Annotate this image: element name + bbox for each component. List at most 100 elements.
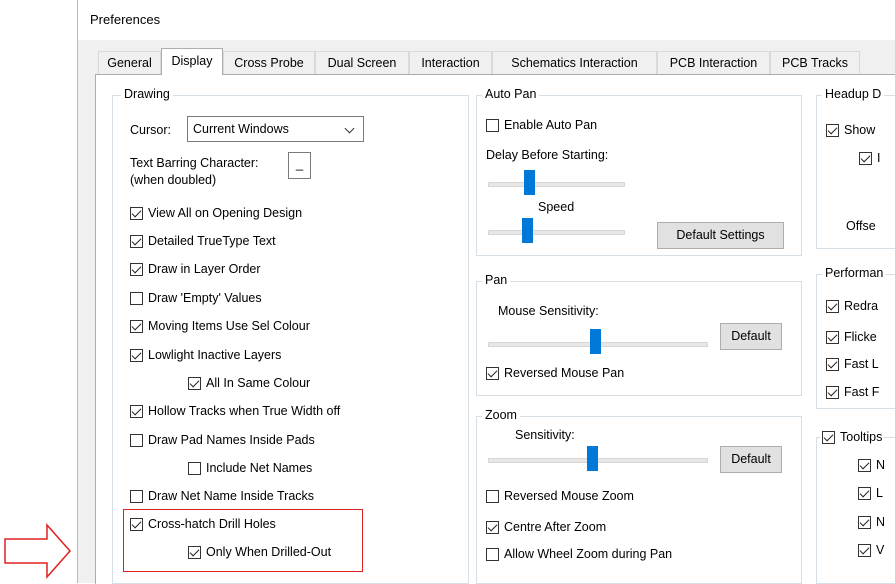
checkbox-box[interactable] — [130, 489, 143, 503]
checkbox-box[interactable] — [188, 461, 201, 475]
checkbox-box[interactable] — [826, 357, 839, 371]
delay-slider-thumb[interactable] — [524, 170, 535, 195]
speed-slider-track — [488, 230, 625, 235]
tooltip-checkbox-2[interactable]: L — [858, 486, 883, 500]
checkbox-box[interactable] — [826, 330, 839, 344]
hollow-tracks-checkbox[interactable]: Hollow Tracks when True Width off — [130, 404, 340, 418]
reversed-pan-checkbox[interactable]: Reversed Mouse Pan — [486, 366, 624, 380]
checkbox-box[interactable] — [130, 291, 143, 305]
checkbox-label: Tooltips — [840, 430, 883, 444]
checkbox-box[interactable] — [130, 517, 143, 531]
tab-pcb-tracks[interactable]: PCB Tracks — [770, 51, 860, 74]
headup-show-checkbox[interactable]: Show — [826, 123, 875, 137]
net-names-checkbox[interactable]: Include Net Names — [188, 461, 312, 475]
speed-slider-thumb[interactable] — [522, 218, 533, 243]
checkbox-label: Include Net Names — [206, 461, 313, 475]
checkbox-box[interactable] — [130, 404, 143, 418]
barring-char-input[interactable]: _ — [288, 152, 311, 179]
tooltip-checkbox-3[interactable]: N — [858, 515, 885, 529]
crosshatch-checkbox[interactable]: Cross-hatch Drill Holes — [130, 517, 276, 531]
checkbox-box[interactable] — [486, 366, 499, 380]
checkbox-box[interactable] — [130, 319, 143, 333]
checkbox-box[interactable] — [858, 458, 871, 472]
zoom-default-button[interactable]: Default — [720, 446, 782, 473]
delay-label: Delay Before Starting: — [486, 148, 609, 162]
checkbox-box[interactable] — [486, 520, 499, 534]
centre-after-zoom-checkbox[interactable]: Centre After Zoom — [486, 520, 606, 534]
checkbox-label: Moving Items Use Sel Colour — [148, 319, 310, 333]
checkbox-label: View All on Opening Design — [148, 206, 303, 220]
checkbox-box[interactable] — [130, 206, 143, 220]
net-tracks-checkbox[interactable]: Draw Net Name Inside Tracks — [130, 489, 314, 503]
cursor-select-value: Current Windows — [193, 122, 289, 136]
drawing-title: Drawing — [121, 87, 173, 101]
checkbox-box[interactable] — [486, 547, 499, 561]
checkbox-box[interactable] — [130, 234, 143, 248]
checkbox-label: Allow Wheel Zoom during Pan — [504, 547, 673, 561]
view-all-checkbox[interactable]: View All on Opening Design — [130, 206, 302, 220]
layer-order-checkbox[interactable]: Draw in Layer Order — [130, 262, 261, 276]
sel-colour-checkbox[interactable]: Moving Items Use Sel Colour — [130, 319, 310, 333]
speed-label: Speed — [538, 200, 575, 214]
checkbox-box[interactable] — [822, 430, 835, 444]
checkbox-label: All In Same Colour — [206, 376, 311, 390]
truetype-checkbox[interactable]: Detailed TrueType Text — [130, 234, 276, 248]
checkbox-box[interactable] — [826, 123, 839, 137]
zoom-group: Zoom Sensitivity: Default Reversed Mouse… — [476, 408, 802, 584]
tooltip-checkbox-1[interactable]: N — [858, 458, 885, 472]
tooltips-checkbox[interactable]: Tooltips — [820, 430, 885, 444]
tab-pcb-interaction[interactable]: PCB Interaction — [657, 51, 770, 74]
delay-slider-track — [488, 182, 625, 187]
checkbox-box[interactable] — [858, 486, 871, 500]
checkbox-label: Lowlight Inactive Layers — [148, 348, 282, 362]
cursor-select[interactable]: Current Windows — [187, 116, 364, 142]
checkbox-box[interactable] — [486, 118, 499, 132]
tab-dual-screen[interactable]: Dual Screen — [315, 51, 409, 74]
headup-title: Headup D — [822, 87, 885, 101]
tab-display[interactable]: Display — [161, 48, 223, 75]
pan-slider-thumb[interactable] — [590, 329, 601, 354]
checkbox-box[interactable] — [486, 489, 499, 503]
reversed-zoom-checkbox[interactable]: Reversed Mouse Zoom — [486, 489, 634, 503]
checkbox-box[interactable] — [188, 545, 201, 559]
lowlight-checkbox[interactable]: Lowlight Inactive Layers — [130, 348, 281, 362]
same-colour-checkbox[interactable]: All In Same Colour — [188, 376, 310, 390]
checkbox-box[interactable] — [130, 348, 143, 362]
tab-general[interactable]: General — [98, 51, 161, 74]
default-settings-button[interactable]: Default Settings — [657, 222, 784, 249]
barring-sublabel: (when doubled) — [130, 173, 217, 187]
checkbox-box[interactable] — [826, 299, 839, 313]
checkbox-box[interactable] — [130, 262, 143, 276]
checkbox-box[interactable] — [130, 433, 143, 447]
tab-interaction[interactable]: Interaction — [409, 51, 492, 74]
checkbox-box[interactable] — [826, 385, 839, 399]
mouse-sensitivity-label: Mouse Sensitivity: — [498, 304, 599, 318]
checkbox-label: Detailed TrueType Text — [148, 234, 276, 248]
pan-default-button[interactable]: Default — [720, 323, 782, 350]
checkbox-label: Hollow Tracks when True Width off — [148, 404, 341, 418]
preferences-dialog: Preferences General Display Cross Probe … — [77, 0, 895, 584]
performance-title: Performan — [822, 266, 887, 280]
tooltip-checkbox-4[interactable]: V — [858, 543, 884, 557]
window-title: Preferences — [90, 12, 161, 27]
enable-autopan-checkbox[interactable]: Enable Auto Pan — [486, 118, 597, 132]
wheel-zoom-checkbox[interactable]: Allow Wheel Zoom during Pan — [486, 547, 672, 561]
tab-schematics-interaction[interactable]: Schematics Interaction — [492, 51, 657, 74]
checkbox-box[interactable] — [858, 543, 871, 557]
checkbox-label: Draw 'Empty' Values — [148, 291, 262, 305]
autopan-group: Auto Pan Enable Auto Pan Delay Before St… — [476, 87, 802, 256]
perf-checkbox-4[interactable]: Fast F — [826, 385, 879, 399]
perf-checkbox-3[interactable]: Fast L — [826, 357, 879, 371]
empty-values-checkbox[interactable]: Draw 'Empty' Values — [130, 291, 262, 305]
checkbox-box[interactable] — [859, 151, 872, 165]
perf-checkbox-1[interactable]: Redra — [826, 299, 878, 313]
pad-names-checkbox[interactable]: Draw Pad Names Inside Pads — [130, 433, 315, 447]
headup-offset-label: Offse — [846, 219, 876, 233]
headup-sub-checkbox[interactable]: I — [859, 151, 880, 165]
checkbox-box[interactable] — [858, 515, 871, 529]
zoom-slider-thumb[interactable] — [587, 446, 598, 471]
drilled-out-checkbox[interactable]: Only When Drilled-Out — [188, 545, 331, 559]
perf-checkbox-2[interactable]: Flicke — [826, 330, 877, 344]
tab-cross-probe[interactable]: Cross Probe — [223, 51, 315, 74]
checkbox-box[interactable] — [188, 376, 201, 390]
